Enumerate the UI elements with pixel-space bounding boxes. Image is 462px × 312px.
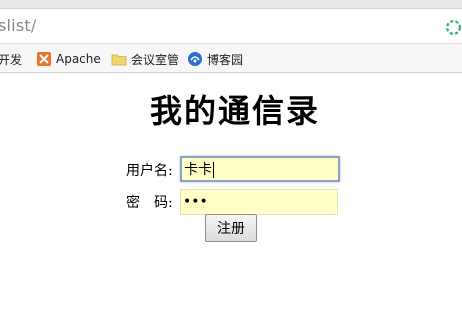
bookmark-apache[interactable]: Apache	[36, 44, 101, 74]
bookmark-meeting-room[interactable]: 会议室管	[111, 44, 179, 74]
text-caret	[213, 162, 214, 178]
bookmark-label: 会议室管	[131, 52, 180, 67]
folder-icon	[111, 54, 127, 66]
username-value: 卡卡	[184, 162, 212, 178]
bookmark-label: 开发	[0, 52, 23, 67]
password-field[interactable]: •••	[180, 189, 338, 215]
bookmark-cnblogs[interactable]: 博客园	[187, 44, 243, 74]
url-text[interactable]: slist/	[0, 16, 36, 35]
browser-top-strip	[0, 0, 462, 9]
username-field[interactable]: 卡卡	[180, 156, 340, 182]
bookmark-dev[interactable]: 开发	[0, 44, 22, 74]
password-label: 密 码:	[126, 195, 173, 211]
register-button[interactable]: 注册	[205, 214, 257, 242]
apache-icon	[37, 52, 51, 66]
password-value: •••	[183, 194, 208, 210]
bookmarks-bar: 开发 Apache 会议室管 博客园	[0, 43, 462, 73]
loading-spinner-icon	[445, 19, 462, 36]
address-bar[interactable]: slist/	[0, 10, 462, 43]
page-content: 我的通信录 用户名: 卡卡 密 码: ••• 注册	[0, 74, 462, 312]
cnblogs-icon	[188, 52, 202, 66]
page-title: 我的通信录	[149, 92, 320, 130]
bookmark-label: Apache	[56, 52, 101, 66]
bookmark-label: 博客园	[207, 52, 244, 67]
username-label: 用户名:	[126, 163, 173, 179]
